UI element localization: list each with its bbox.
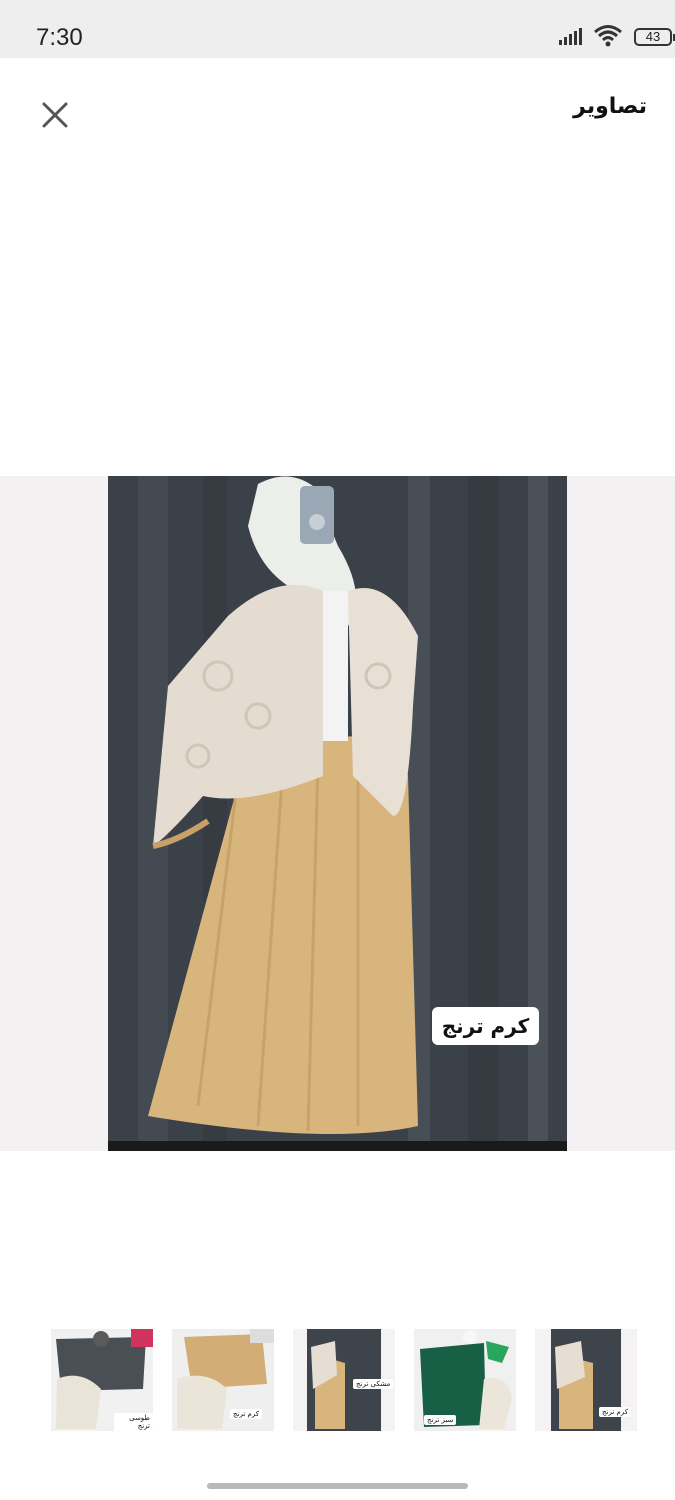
- thumbnail-4[interactable]: سبز ترنج: [414, 1329, 516, 1431]
- thumbnail-1[interactable]: طوسی ترنج: [51, 1329, 153, 1431]
- page-title: تصاویر: [573, 94, 647, 119]
- battery-icon: 43: [634, 28, 675, 46]
- header: تصاویر: [0, 58, 675, 168]
- thumbnail-label: سبز ترنج: [424, 1415, 457, 1425]
- thumbnail-5[interactable]: کرم ترنج: [535, 1329, 637, 1431]
- thumbnail-strip: طوسی ترنج کرم ترنج مشکی ترنج سبز ترنج کر…: [0, 1329, 675, 1431]
- close-icon[interactable]: [36, 96, 72, 132]
- home-indicator[interactable]: [207, 1483, 468, 1489]
- thumbnail-label: کرم ترنج: [599, 1407, 632, 1417]
- signal-icon: [559, 28, 582, 45]
- thumbnail-2[interactable]: کرم ترنج: [172, 1329, 274, 1431]
- wifi-icon: [594, 25, 622, 47]
- main-product-image[interactable]: کرم ترنج: [108, 476, 567, 1151]
- image-caption: کرم ترنج: [432, 1007, 539, 1045]
- status-time: 7:30: [36, 24, 83, 51]
- thumbnail-label: مشکی ترنج: [353, 1379, 394, 1389]
- image-viewer[interactable]: کرم ترنج: [0, 476, 675, 1151]
- thumbnail-label: کرم ترنج: [230, 1409, 263, 1419]
- thumbnail-label: طوسی ترنج: [114, 1413, 153, 1431]
- status-bar: 7:30 43: [0, 0, 675, 58]
- thumbnail-3[interactable]: مشکی ترنج: [293, 1329, 395, 1431]
